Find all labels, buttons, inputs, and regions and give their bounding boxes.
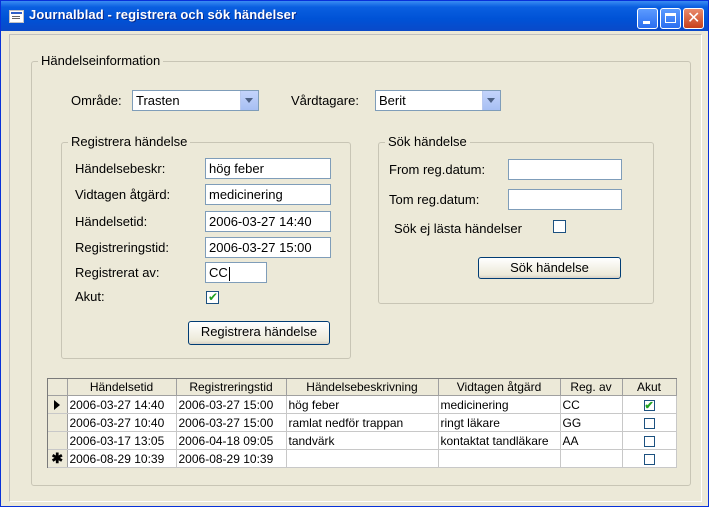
event-info-legend: Händelseinformation [38,53,164,68]
col-header-regby[interactable]: Reg. av [560,379,623,396]
cell-regby[interactable] [560,449,623,468]
urgent-cell-checkbox[interactable] [643,453,655,465]
cell-eventtime[interactable]: 2006-03-27 10:40 [67,413,177,432]
cell-regtime[interactable]: 2006-03-27 15:00 [176,395,287,414]
urgent-cell-checkbox[interactable]: ✔ [643,399,655,412]
desc-field[interactable]: hög feber [205,158,331,179]
events-grid[interactable]: Händelsetid Registreringstid Händelsebes… [47,378,677,468]
checkmark-icon: ✔ [208,290,219,304]
cell-eventtime[interactable]: 2006-08-29 10:39 [67,449,177,468]
form-icon [9,10,24,23]
unread-checkbox[interactable] [553,220,566,233]
col-header-urgent[interactable]: Akut [622,379,677,396]
urgent-cell-checkbox[interactable] [643,435,655,447]
cell-regby[interactable]: CC [560,395,623,414]
cell-regtime[interactable]: 2006-03-27 15:00 [176,413,287,432]
cell-regtime[interactable]: 2006-08-29 10:39 [176,449,287,468]
cell-description[interactable]: tandvärk [286,431,439,450]
table-row[interactable]: 2006-03-17 13:05 2006-04-18 09:05 tandvä… [48,431,677,450]
title-bar[interactable]: Journalblad - registrera och sök händels… [1,1,708,31]
col-header-action[interactable]: Vidtagen åtgärd [438,379,561,396]
to-date-field[interactable] [508,189,622,210]
search-event-button[interactable]: Sök händelse [478,257,621,279]
from-date-label: From reg.datum: [389,162,486,177]
checkmark-icon: ✔ [644,399,654,412]
regtime-field[interactable]: 2006-03-27 15:00 [205,237,331,258]
cell-action[interactable]: medicinering [438,395,561,414]
area-value: Trasten [136,93,180,108]
action-label: Vidtagen åtgärd: [75,187,171,202]
maximize-button[interactable] [660,8,681,29]
urgent-label: Akut: [75,289,105,304]
main-window: Journalblad - registrera och sök händels… [0,0,709,507]
cell-regtime[interactable]: 2006-04-18 09:05 [176,431,287,450]
minimize-button[interactable] [637,8,658,29]
regby-label: Registrerat av: [75,265,160,280]
minimize-icon [643,21,650,24]
record-selector[interactable] [48,395,68,414]
cell-regby[interactable]: GG [560,413,623,432]
close-icon: ✕ [687,8,701,27]
area-dropdown-icon[interactable] [240,91,258,110]
cell-action[interactable]: kontaktat tandläkare [438,431,561,450]
regtime-label: Registreringstid: [75,240,169,255]
table-row[interactable]: 2006-03-27 14:40 2006-03-27 15:00 hög fe… [48,395,677,414]
maximize-icon [665,13,676,23]
cell-urgent[interactable] [622,449,677,468]
patient-value: Berit [379,93,406,108]
patient-label: Vårdtagare: [291,93,359,108]
to-date-label: Tom reg.datum: [389,192,480,207]
new-record-icon: ✱ [51,450,64,466]
patient-combobox[interactable]: Berit [375,90,501,111]
cell-urgent[interactable] [622,413,677,432]
grid-corner[interactable] [48,379,68,396]
cell-description[interactable]: hög feber [286,395,439,414]
urgent-cell-checkbox[interactable] [643,417,655,429]
patient-dropdown-icon[interactable] [482,91,500,110]
area-combobox[interactable]: Trasten [132,90,259,111]
col-header-regtime[interactable]: Registreringstid [176,379,287,396]
cell-action[interactable] [438,449,561,468]
text-caret [228,266,230,281]
search-legend: Sök händelse [385,134,470,149]
record-selector[interactable]: ✱ [48,449,68,468]
cell-eventtime[interactable]: 2006-03-27 14:40 [67,395,177,414]
close-button[interactable]: ✕ [683,8,704,29]
desc-label: Händelsebeskr: [75,161,166,176]
from-date-field[interactable] [508,159,622,180]
cell-urgent[interactable] [622,431,677,450]
register-legend: Registrera händelse [68,134,191,149]
register-event-button[interactable]: Registrera händelse [188,321,330,345]
action-field[interactable]: medicinering [205,184,331,205]
eventtime-label: Händelsetid: [75,214,148,229]
cell-regby[interactable]: AA [560,431,623,450]
eventtime-field[interactable]: 2006-03-27 14:40 [205,211,331,232]
cell-description[interactable]: ramlat nedför trappan [286,413,439,432]
record-selector[interactable] [48,431,68,450]
cell-urgent[interactable]: ✔ [622,395,677,414]
regby-value: CC [209,265,228,280]
area-label: Område: [71,93,122,108]
cell-action[interactable]: ringt läkare [438,413,561,432]
table-row[interactable]: 2006-03-27 10:40 2006-03-27 15:00 ramlat… [48,413,677,432]
record-selector[interactable] [48,413,68,432]
cell-description[interactable] [286,449,439,468]
window-title: Journalblad - registrera och sök händels… [29,7,297,22]
grid-header-row: Händelsetid Registreringstid Händelsebes… [48,379,677,396]
current-record-icon [54,400,61,411]
cell-eventtime[interactable]: 2006-03-17 13:05 [67,431,177,450]
regby-field[interactable]: CC [205,262,267,283]
col-header-eventtime[interactable]: Händelsetid [67,379,177,396]
urgent-checkbox[interactable]: ✔ [206,290,219,304]
col-header-description[interactable]: Händelsebeskrivning [286,379,439,396]
unread-label: Sök ej lästa händelser [394,221,522,236]
table-row-new[interactable]: ✱ 2006-08-29 10:39 2006-08-29 10:39 [48,449,677,468]
